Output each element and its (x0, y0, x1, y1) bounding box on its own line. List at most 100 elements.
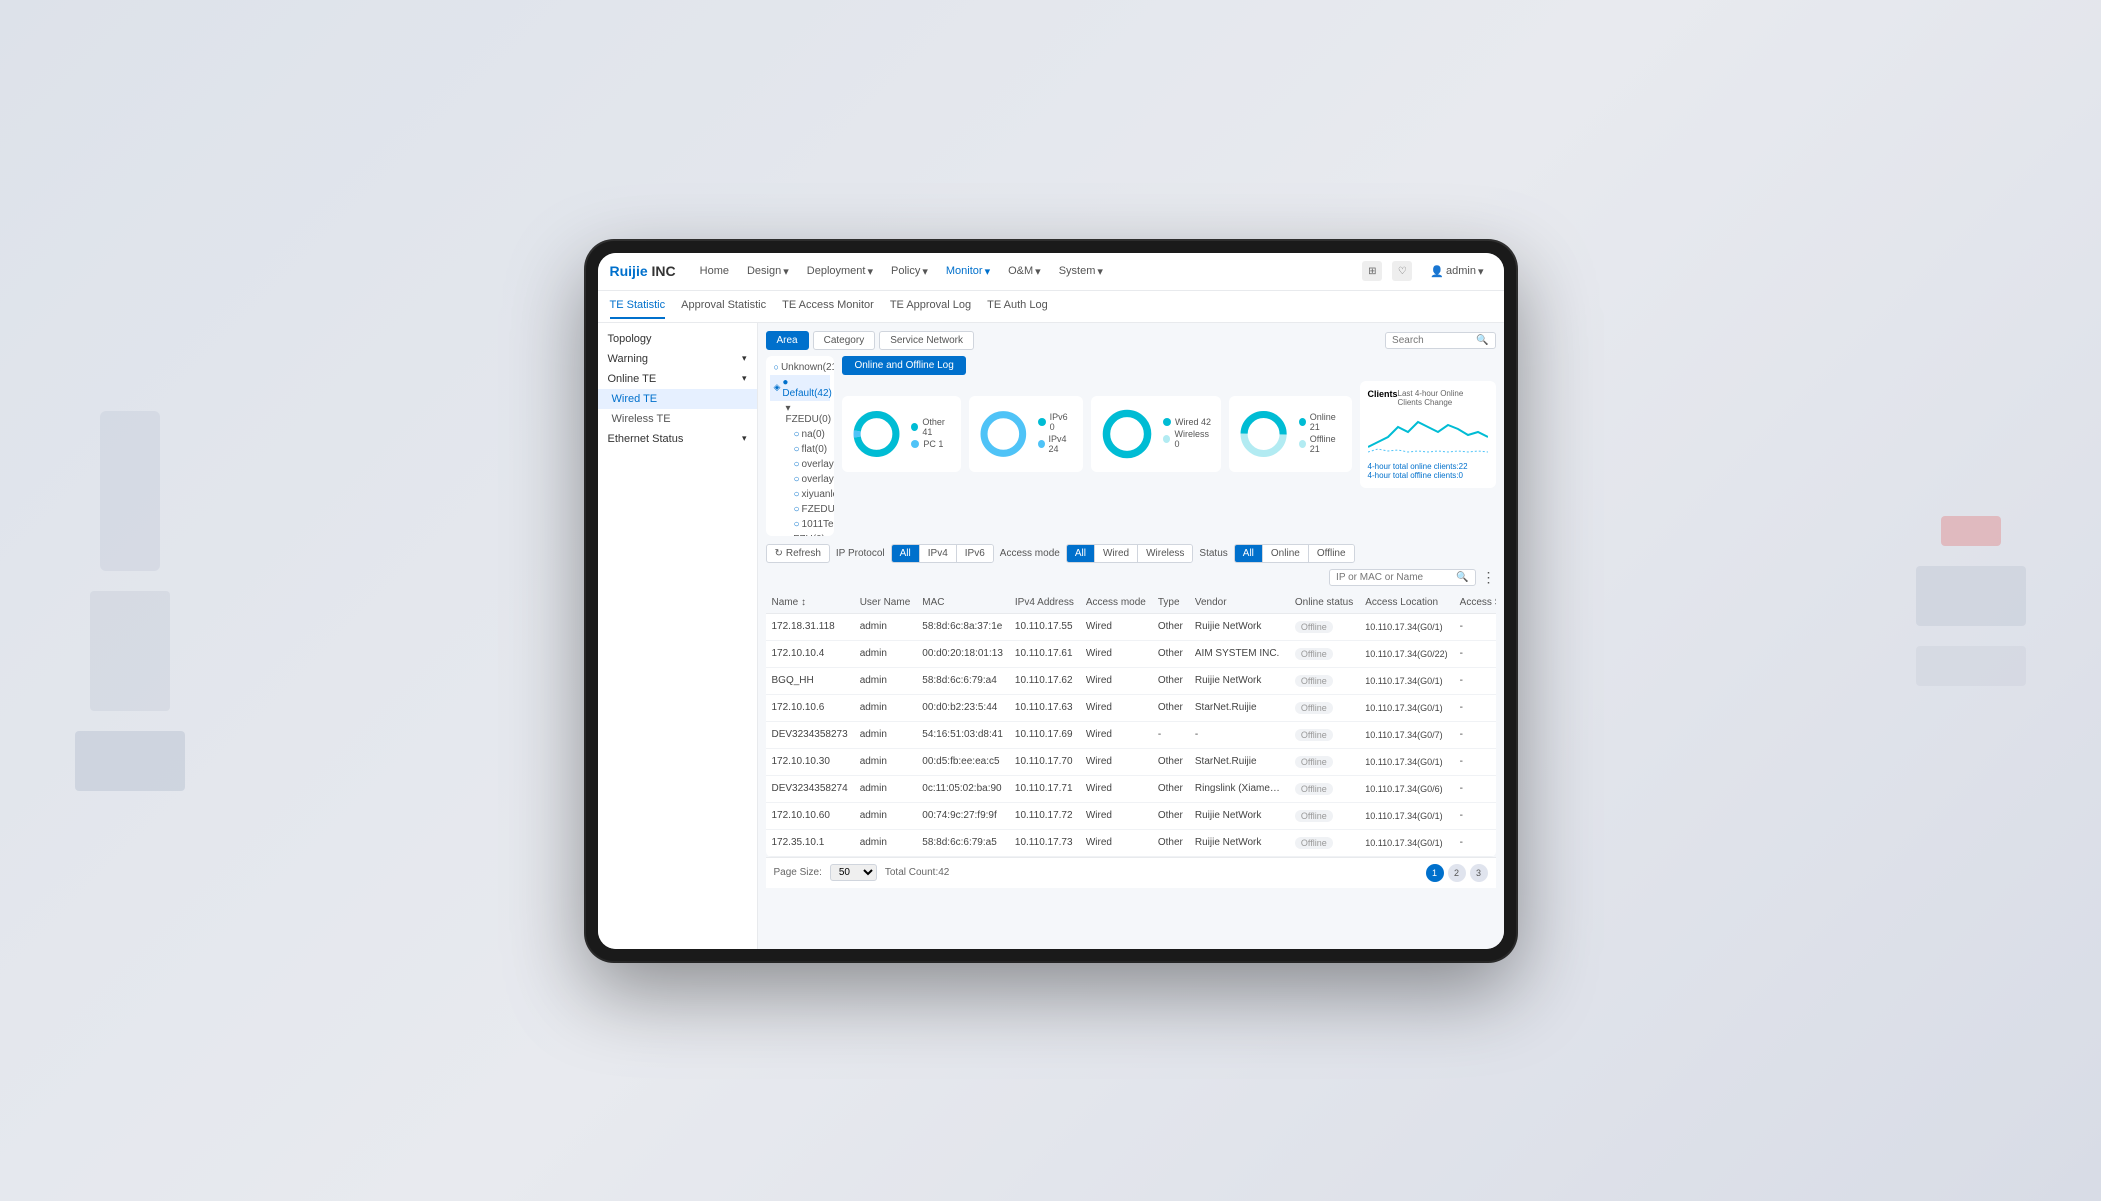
tree-1011test[interactable]: ○ 1011Test(0) (770, 517, 831, 532)
table-search-input[interactable] (1336, 572, 1456, 583)
nav-design[interactable]: Design ▾ (739, 261, 797, 282)
cell-type[interactable]: Other (1152, 667, 1189, 694)
cell-ssid: - (1454, 748, 1496, 775)
cell-ip[interactable]: 10.110.17.55 (1009, 613, 1080, 640)
sidebar-wired-te[interactable]: Wired TE (598, 389, 757, 409)
cell-ip[interactable]: 10.110.17.63 (1009, 694, 1080, 721)
cell-mac[interactable]: 58:8d:6c:6:79:a4 (916, 667, 1009, 694)
cell-vendor: Ruijie NetWork (1189, 829, 1289, 856)
online-offline-log-button[interactable]: Online and Offline Log (842, 356, 965, 375)
nav-deployment[interactable]: Deployment ▾ (799, 261, 881, 282)
tab-service-network[interactable]: Service Network (879, 331, 974, 350)
tree-overlay1[interactable]: ○ overlay(0) (770, 457, 831, 472)
subnav-te-approval-log[interactable]: TE Approval Log (890, 293, 971, 319)
cell-type[interactable]: Other (1152, 748, 1189, 775)
tree-default[interactable]: ◈ ● Default(42) (770, 375, 831, 401)
cell-name: 172.10.10.6 (766, 694, 854, 721)
sidebar-ethernet-status[interactable]: Ethernet Status ▾ (598, 429, 757, 449)
sidebar-wireless-te[interactable]: Wireless TE (598, 409, 757, 429)
cell-status: Offline (1289, 640, 1359, 667)
cell-mac[interactable]: 00:d0:20:18:01:13 (916, 640, 1009, 667)
subnav-approval-statistic[interactable]: Approval Statistic (681, 293, 766, 319)
tree-search-input[interactable] (1392, 335, 1472, 346)
status-all-btn[interactable]: All (1235, 545, 1263, 562)
donut-wrap-2: IPv6 0 IPv4 24 (977, 404, 1075, 464)
status-offline-btn[interactable]: Offline (1309, 545, 1354, 562)
cell-ssid: - (1454, 721, 1496, 748)
cell-type[interactable]: Other (1152, 802, 1189, 829)
access-all-btn[interactable]: All (1067, 545, 1095, 562)
cell-mac[interactable]: 54:16:51:03:d8:41 (916, 721, 1009, 748)
status-online-btn[interactable]: Online (1263, 545, 1309, 562)
ip-ipv4-btn[interactable]: IPv4 (920, 545, 957, 562)
col-ip: IPv4 Address (1009, 592, 1080, 614)
tree-unknown[interactable]: ○ Unknown(21) (770, 360, 831, 375)
cell-mac[interactable]: 00:d5:fb:ee:ea:c5 (916, 748, 1009, 775)
cell-location: 10.110.17.34(G0/22) (1359, 640, 1453, 667)
chart-ip-version: IPv6 0 IPv4 24 (969, 396, 1083, 472)
tree-fzu[interactable]: ▾ FZU(0) (770, 532, 831, 536)
tree-fzedu[interactable]: ▾ FZEDU(0) (770, 401, 831, 427)
cell-mac[interactable]: 0c:11:05:02:ba:90 (916, 775, 1009, 802)
cell-ip[interactable]: 10.110.17.69 (1009, 721, 1080, 748)
ip-ipv6-btn[interactable]: IPv6 (957, 545, 993, 562)
cell-name: 172.35.10.1 (766, 829, 854, 856)
tab-area[interactable]: Area (766, 331, 809, 350)
tree-overlay2[interactable]: ○ overlay(0) (770, 472, 831, 487)
table-row: DEV3234358273 admin 54:16:51:03:d8:41 10… (766, 721, 1496, 748)
search-icon[interactable]: 🔍 (1476, 335, 1488, 346)
refresh-button[interactable]: ↻ Refresh (766, 544, 830, 563)
nav-om[interactable]: O&M ▾ (1000, 261, 1049, 282)
access-wireless-btn[interactable]: Wireless (1138, 545, 1192, 562)
page-2[interactable]: 2 (1448, 864, 1466, 882)
legend-pc: PC 1 (911, 439, 953, 449)
grid-icon[interactable]: ⊞ (1362, 261, 1382, 281)
cell-ip[interactable]: 10.110.17.72 (1009, 802, 1080, 829)
admin-menu[interactable]: 👤 admin ▾ (1422, 261, 1491, 282)
cell-ip[interactable]: 10.110.17.61 (1009, 640, 1080, 667)
line-chart-footer1: 4-hour total online clients:22 (1368, 462, 1488, 471)
subnav-te-statistic[interactable]: TE Statistic (610, 293, 666, 319)
tree-xiyuanlou[interactable]: ○ xiyuanlou(0) (770, 487, 831, 502)
sidebar-warning[interactable]: Warning ▾ (598, 349, 757, 369)
cell-type[interactable]: Other (1152, 613, 1189, 640)
nav-policy[interactable]: Policy ▾ (883, 261, 936, 282)
nav-monitor[interactable]: Monitor ▾ (938, 261, 998, 282)
page-size-select[interactable]: 50 100 200 (830, 864, 877, 881)
cell-ip[interactable]: 10.110.17.70 (1009, 748, 1080, 775)
ip-all-btn[interactable]: All (892, 545, 920, 562)
cell-mac[interactable]: 00:d0:b2:23:5:44 (916, 694, 1009, 721)
cell-ip[interactable]: 10.110.17.73 (1009, 829, 1080, 856)
nav-home[interactable]: Home (692, 261, 737, 281)
nav-system[interactable]: System ▾ (1051, 261, 1111, 282)
sidebar-online-te[interactable]: Online TE ▾ (598, 369, 757, 389)
cell-location: 10.110.17.34(G0/6) (1359, 775, 1453, 802)
bell-icon[interactable]: ♡ (1392, 261, 1412, 281)
cell-type[interactable]: Other (1152, 640, 1189, 667)
cell-mac[interactable]: 00:74:9c:27:f9:9f (916, 802, 1009, 829)
subnav-te-access-monitor[interactable]: TE Access Monitor (782, 293, 874, 319)
cell-mac[interactable]: 58:8d:6c:8a:37:1e (916, 613, 1009, 640)
tree-na[interactable]: ○ na(0) (770, 427, 831, 442)
cell-ip[interactable]: 10.110.17.71 (1009, 775, 1080, 802)
tree-flat[interactable]: ○ flat(0) (770, 442, 831, 457)
table-search-icon[interactable]: 🔍 (1456, 572, 1468, 583)
cell-type[interactable]: Other (1152, 775, 1189, 802)
legend-wireless-dot (1163, 435, 1170, 443)
cell-type[interactable]: Other (1152, 829, 1189, 856)
page-3[interactable]: 3 (1470, 864, 1488, 882)
subnav-te-auth-log[interactable]: TE Auth Log (987, 293, 1048, 319)
cell-mac[interactable]: 58:8d:6c:6:79:a5 (916, 829, 1009, 856)
cell-vendor: StarNet.Ruijie (1189, 694, 1289, 721)
cell-type[interactable]: Other (1152, 694, 1189, 721)
page-1[interactable]: 1 (1426, 864, 1444, 882)
legend-other-dot (911, 423, 918, 431)
cell-type[interactable]: - (1152, 721, 1189, 748)
tree-fzedu-zcxy[interactable]: ○ FZEDU_ZCXY(0) (770, 502, 831, 517)
sidebar-topology[interactable]: Topology (598, 329, 757, 349)
access-wired-btn[interactable]: Wired (1095, 545, 1138, 562)
col-status: Online status (1289, 592, 1359, 614)
tab-category[interactable]: Category (813, 331, 876, 350)
cell-ip[interactable]: 10.110.17.62 (1009, 667, 1080, 694)
more-options-icon[interactable]: ⋮ (1482, 569, 1496, 586)
